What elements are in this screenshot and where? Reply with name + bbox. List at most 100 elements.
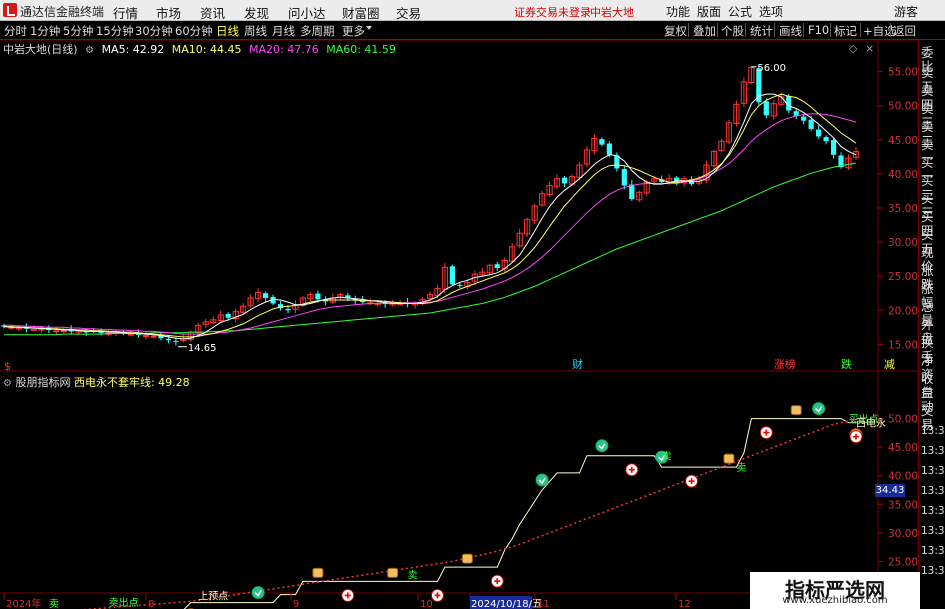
menu-item-options[interactable]: 选项 (759, 3, 783, 20)
menu-item-market[interactable]: 市场 (156, 3, 181, 22)
sell-annotation: 卖 (736, 462, 746, 474)
period-toolbar: 分时 1分钟 5分钟 15分钟 30分钟 60分钟 日线 周线 月线 多周期 更… (0, 21, 945, 40)
candle-body-down (225, 314, 231, 318)
f10-button[interactable]: F10 (808, 23, 829, 37)
period-intraday[interactable]: 分时 (4, 23, 27, 39)
menu-item-ask[interactable]: 问小达 (288, 3, 326, 22)
period-15min[interactable]: 15分钟 (96, 23, 134, 39)
event-label-dollar: $ (4, 360, 11, 373)
toolbar-divider (688, 23, 689, 37)
menu-item-quotes[interactable]: 行情 (113, 3, 138, 22)
buy-signal-icon (595, 439, 609, 453)
period-30min[interactable]: 30分钟 (135, 23, 173, 39)
toolbar-divider (717, 23, 718, 37)
period-more[interactable]: 更多 (342, 23, 365, 39)
app-name: 通达信金融终端 (20, 5, 105, 19)
event-label-reduce: 减 (884, 358, 895, 371)
adjust-button[interactable]: 复权 (664, 23, 687, 39)
login-status[interactable]: 证券交易未登录 (514, 4, 591, 20)
candle-body-up (60, 330, 67, 333)
menu-item-discover[interactable]: 发现 (244, 3, 269, 22)
price-tick-label: 45.00 (888, 135, 918, 147)
high-price-label: 56.00 (757, 63, 786, 74)
period-multi[interactable]: 多周期 (300, 23, 335, 39)
menu-item-trade[interactable]: 交易 (396, 3, 421, 22)
menu-item-layout[interactable]: 版面 (697, 3, 721, 20)
toolbar-divider (890, 23, 891, 37)
time-label: 12 (678, 599, 691, 609)
indicator-tick-label: 50.00 (888, 414, 918, 426)
money-bag-icon (312, 567, 324, 578)
settings-icon[interactable]: ⚙ (85, 45, 94, 56)
menu-item-news[interactable]: 资讯 (200, 3, 225, 22)
candle-body-down (606, 143, 612, 155)
period-5min[interactable]: 5分钟 (63, 23, 93, 39)
mark-toggle[interactable]: 标记 (834, 23, 857, 39)
indicator-settings-icon[interactable]: ⚙ (3, 378, 12, 389)
chart-options-icon[interactable]: ◇ (849, 42, 857, 55)
candle-body-down (262, 293, 269, 298)
candle-body-up (30, 328, 37, 331)
menu-item-function[interactable]: 功能 (666, 3, 690, 20)
period-weekly[interactable]: 周线 (244, 23, 267, 39)
money-bag-icon (790, 405, 802, 416)
toolbar-divider (803, 23, 804, 37)
price-tick-label: 25.00 (888, 271, 918, 283)
sidebar-item-22: 13:31 (921, 445, 945, 457)
period-monthly[interactable]: 月线 (272, 23, 295, 39)
stock-button[interactable]: 个股 (721, 23, 744, 39)
indicator-line-label: 西电永 (856, 417, 886, 430)
price-tick-label: 20.00 (888, 305, 918, 317)
candle-body-up (142, 335, 150, 337)
toolbar-divider (745, 23, 746, 37)
candle-body-down (494, 264, 500, 268)
ma-legend: 中岩大地(日线) ⚙ MA5: 42.92 MA10: 44.45 MA20: … (0, 41, 400, 56)
buy-signal-icon (251, 586, 265, 600)
price-tick-label: 30.00 (888, 237, 918, 249)
time-label: 11 (537, 599, 550, 609)
period-60min[interactable]: 60分钟 (175, 23, 213, 39)
current-value-tag: 34.43 (875, 484, 905, 497)
candle-body-down (830, 140, 837, 155)
price-tick-label: 40.00 (888, 169, 918, 181)
close-panel-icon[interactable]: × (865, 42, 874, 55)
candle-body-down (165, 338, 172, 341)
guest-user[interactable]: 游客 (894, 3, 918, 20)
time-label: 9 (293, 599, 299, 609)
more-dropdown-icon[interactable] (366, 26, 372, 30)
chart-text-labels: 56.0014.65财 涨榜跌减$卖卖卖卖上预点卖出点买出点西电永 (4, 63, 895, 609)
indicator-tick-label: 45.00 (888, 442, 918, 454)
stats-button[interactable]: 统计 (750, 23, 773, 39)
quote-sidebar: 委比 卖五 卖四 卖三 卖二 卖一 买一 买二 买三 买四 买五 现价 涨跌 涨幅 总量 外盘 换手 净资 收益 自动… (918, 40, 945, 609)
overlay-button[interactable]: 叠加 (693, 23, 716, 39)
candle-body-down (816, 129, 822, 137)
buy-signal-icon (535, 473, 549, 487)
menu-item-wealth[interactable]: 财富圈 (342, 3, 380, 22)
sidebar-item-27: 13:31 (921, 545, 945, 557)
candle-body-down (173, 340, 179, 342)
watermark-url: www.xuezhibiao.com (782, 595, 888, 606)
price-tick-label: 55.00 (888, 67, 918, 79)
period-1min[interactable]: 1分钟 (30, 23, 60, 39)
sell-point-annotation: 卖出点 (109, 596, 139, 609)
indicator-tick-label: 40.00 (888, 471, 918, 483)
time-label: 10 (420, 599, 433, 609)
ma60-value: MA60: 41.59 (326, 43, 396, 56)
candle-body-down (808, 119, 814, 129)
ma20-line (4, 113, 857, 335)
period-daily[interactable]: 日线 (216, 23, 239, 39)
candle-body-down (763, 101, 769, 116)
back-button[interactable]: 返回 (893, 23, 916, 39)
sell-annotation: 卖 (662, 451, 672, 463)
price-tick-label: 35.00 (888, 203, 918, 215)
candle-body-down (457, 285, 463, 287)
draw-button[interactable]: 画线 (779, 23, 802, 39)
menu-item-formula[interactable]: 公式 (728, 3, 752, 20)
time-label: 8 (148, 599, 154, 609)
trend-dotted-line (81, 419, 857, 609)
toolbar-divider (830, 23, 831, 37)
indicator-tick-label: 25.00 (888, 556, 918, 568)
toolbar-divider (860, 23, 861, 37)
chart-area[interactable]: 15.00 20.00 25.00 30.00 35.00 40.00 45.00 50.00… (0, 40, 918, 609)
candle-body-down (98, 332, 104, 334)
